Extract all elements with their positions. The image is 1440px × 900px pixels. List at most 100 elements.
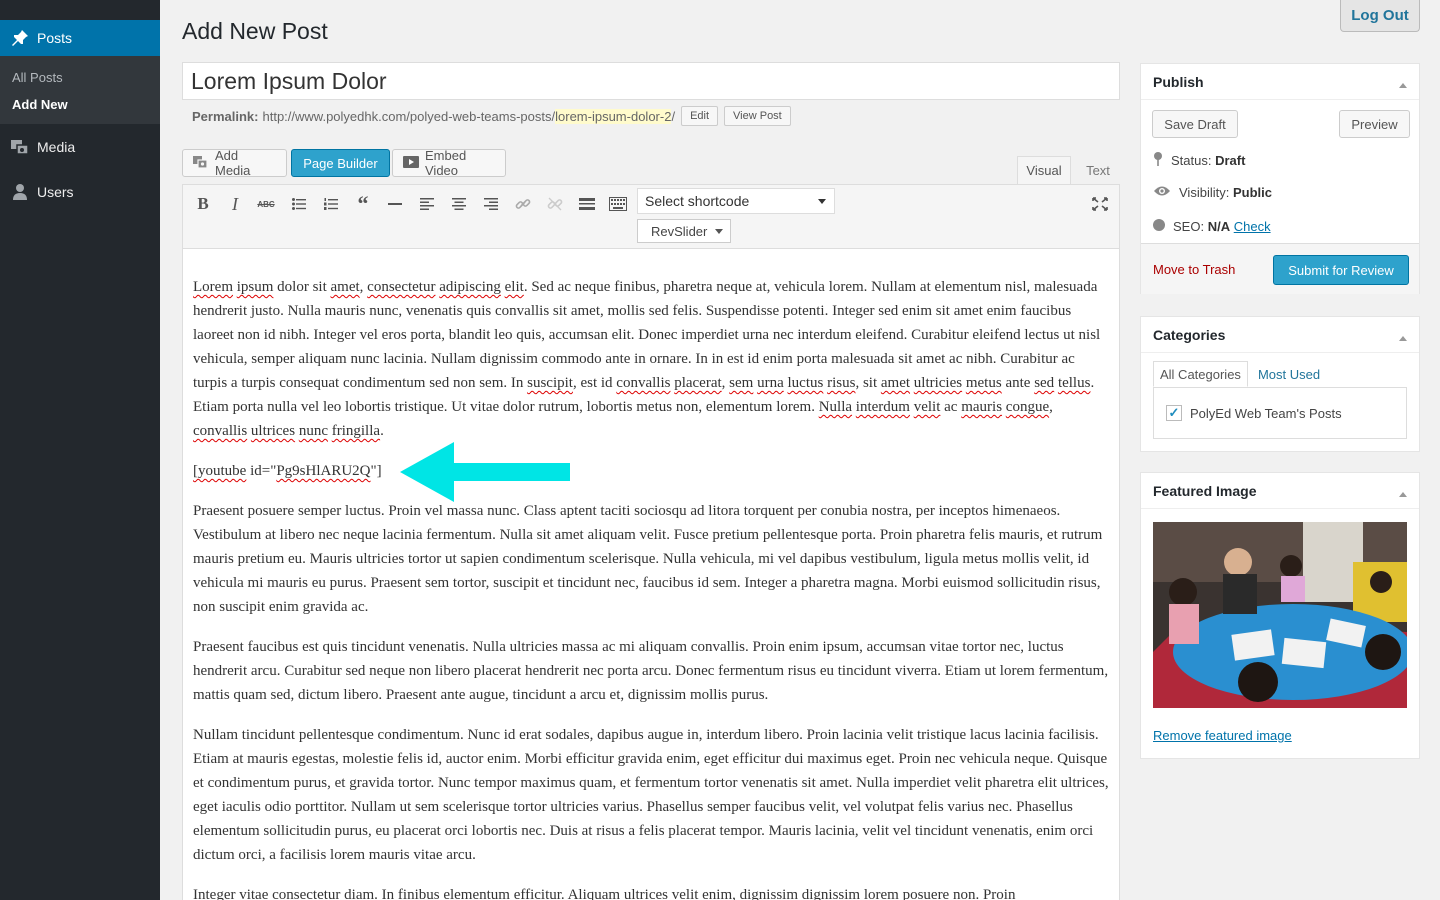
misspelled-word: risus bbox=[827, 375, 856, 391]
publish-title-text: Publish bbox=[1153, 73, 1204, 90]
page-title: Add New Post bbox=[182, 18, 328, 44]
horizontal-rule-icon[interactable] bbox=[384, 193, 406, 215]
move-to-trash-link[interactable]: Move to Trash bbox=[1153, 262, 1235, 277]
preview-button[interactable]: Preview bbox=[1339, 110, 1410, 138]
categories-box-title[interactable]: Categories bbox=[1141, 317, 1419, 353]
italic-icon[interactable]: I bbox=[224, 193, 246, 215]
permalink: Permalink: http://www.polyedhk.com/polye… bbox=[192, 106, 791, 126]
sidebar-item-users[interactable]: Users bbox=[0, 169, 160, 214]
publish-box-title[interactable]: Publish bbox=[1141, 64, 1419, 100]
shortcode-select-value: Select shortcode bbox=[645, 193, 750, 209]
sidebar-item-posts[interactable]: Posts bbox=[0, 20, 160, 56]
misspelled-word: Pg9sHlARU2Q bbox=[276, 463, 371, 479]
bullet-list-icon[interactable] bbox=[288, 193, 310, 215]
tab-most-used[interactable]: Most Used bbox=[1248, 361, 1330, 387]
chevron-down-icon bbox=[715, 229, 723, 238]
add-media-label: Add Media bbox=[215, 148, 251, 178]
paragraph-2: Praesent posuere semper luctus. Proin ve… bbox=[193, 503, 1103, 615]
eye-icon bbox=[1153, 185, 1171, 200]
remove-featured-image-link[interactable]: Remove featured image bbox=[1153, 728, 1292, 743]
editor-toolbar: B I ABC “ Select shortcode RevSlider bbox=[183, 185, 1119, 249]
seo-label: SEO: bbox=[1173, 219, 1205, 234]
misspelled-word: consectetur bbox=[367, 279, 436, 295]
edit-permalink-button[interactable]: Edit bbox=[681, 106, 719, 126]
toolbar-toggle-icon[interactable] bbox=[607, 193, 629, 215]
category-checkbox[interactable]: ✓ bbox=[1166, 405, 1182, 421]
categories-box: Categories All Categories Most Used ✓ Po… bbox=[1140, 316, 1420, 452]
logout-button[interactable]: Log Out bbox=[1340, 0, 1420, 32]
status-row: Status: Draft bbox=[1153, 151, 1245, 170]
submit-for-review-button[interactable]: Submit for Review bbox=[1273, 255, 1409, 285]
category-label: PolyEd Web Team's Posts bbox=[1190, 405, 1342, 421]
shortcode-select[interactable]: Select shortcode bbox=[637, 188, 835, 214]
misspelled-word: amet bbox=[330, 279, 360, 295]
seo-value: N/A bbox=[1207, 219, 1231, 234]
permalink-slug: lorem-ipsum-dolor-2 bbox=[555, 108, 672, 124]
save-draft-button[interactable]: Save Draft bbox=[1152, 110, 1238, 138]
post-title-input[interactable]: Lorem Ipsum Dolor bbox=[182, 62, 1120, 100]
read-more-icon[interactable] bbox=[576, 193, 598, 215]
numbered-list-icon[interactable] bbox=[320, 193, 342, 215]
align-center-icon[interactable] bbox=[448, 193, 470, 215]
align-left-icon[interactable] bbox=[416, 193, 438, 215]
strikethrough-icon[interactable]: ABC bbox=[255, 193, 277, 215]
editor-content[interactable]: Lorem ipsum dolor sit amet, consectetur … bbox=[193, 275, 1109, 900]
collapse-arrow-icon[interactable] bbox=[1399, 332, 1407, 341]
submenu-add-new[interactable]: Add New bbox=[0, 91, 160, 118]
permalink-url[interactable]: http://www.polyedhk.com/polyed-web-teams… bbox=[262, 108, 676, 124]
misspelled-word: tellus bbox=[1057, 375, 1091, 391]
blockquote-icon[interactable]: “ bbox=[352, 191, 374, 216]
status-label: Status: bbox=[1171, 153, 1212, 168]
submenu-all-posts[interactable]: All Posts bbox=[0, 64, 160, 91]
misspelled-word: convallis bbox=[616, 375, 671, 391]
add-media-button[interactable]: Add Media bbox=[182, 148, 287, 178]
annotation-arrow-icon bbox=[400, 442, 570, 502]
tab-text[interactable]: Text bbox=[1076, 156, 1120, 184]
video-icon bbox=[403, 155, 419, 171]
featured-image-box-title[interactable]: Featured Image bbox=[1141, 473, 1419, 509]
link-icon[interactable] bbox=[512, 193, 534, 215]
posts-submenu: All Posts Add New bbox=[0, 56, 160, 124]
paragraph-3: Praesent faucibus est quis tincidunt ven… bbox=[193, 639, 1109, 703]
chevron-down-icon bbox=[818, 199, 826, 208]
misspelled-word: urna bbox=[757, 375, 784, 391]
add-media-icon bbox=[193, 155, 209, 172]
paragraph-5: Integer vitae consectetur diam. In finib… bbox=[193, 887, 1016, 900]
revslider-dropdown[interactable]: RevSlider bbox=[637, 219, 731, 243]
youtube-shortcode: [youtube id="Pg9sHlARU2Q"] bbox=[193, 463, 382, 479]
bold-icon[interactable]: B bbox=[192, 193, 214, 215]
collapse-arrow-icon[interactable] bbox=[1399, 79, 1407, 88]
misspelled-word: mauris bbox=[961, 399, 1003, 415]
page-builder-button[interactable]: Page Builder bbox=[291, 149, 390, 177]
status-value: Draft bbox=[1215, 153, 1246, 168]
misspelled-word: metus bbox=[965, 375, 1002, 391]
misspelled-word: luctus bbox=[787, 375, 824, 391]
user-icon bbox=[10, 182, 30, 202]
admin-sidebar: Posts All Posts Add New Media Users bbox=[0, 0, 160, 900]
align-right-icon[interactable] bbox=[480, 193, 502, 215]
visibility-label: Visibility: bbox=[1179, 185, 1230, 200]
featured-image-thumbnail[interactable] bbox=[1153, 522, 1407, 708]
misspelled-word: sed bbox=[1034, 375, 1055, 391]
embed-video-button[interactable]: Embed Video bbox=[392, 148, 506, 178]
seo-check-link[interactable]: Check bbox=[1234, 219, 1271, 234]
tab-visual[interactable]: Visual bbox=[1017, 156, 1071, 184]
tab-all-categories[interactable]: All Categories bbox=[1153, 361, 1248, 387]
seo-status-dot-icon bbox=[1153, 219, 1165, 234]
misspelled-word: velit bbox=[913, 399, 941, 415]
misspelled-word: convallis bbox=[193, 423, 248, 439]
misspelled-word: elit bbox=[504, 279, 524, 295]
fullscreen-icon[interactable] bbox=[1089, 193, 1111, 215]
category-tabs: All Categories Most Used bbox=[1153, 361, 1330, 387]
misspelled-word: adipiscing bbox=[439, 279, 501, 295]
visibility-row: Visibility: Public bbox=[1153, 185, 1272, 200]
unlink-icon[interactable] bbox=[544, 193, 566, 215]
view-post-button[interactable]: View Post bbox=[724, 106, 791, 126]
permalink-end: / bbox=[671, 108, 676, 124]
sidebar-item-label: Media bbox=[37, 138, 76, 155]
misspelled-word: placerat bbox=[674, 375, 722, 391]
sidebar-item-media[interactable]: Media bbox=[0, 124, 160, 169]
sidebar-item-label: Posts bbox=[37, 30, 73, 46]
collapse-arrow-icon[interactable] bbox=[1399, 488, 1407, 497]
misspelled-word: nunc bbox=[298, 423, 328, 439]
